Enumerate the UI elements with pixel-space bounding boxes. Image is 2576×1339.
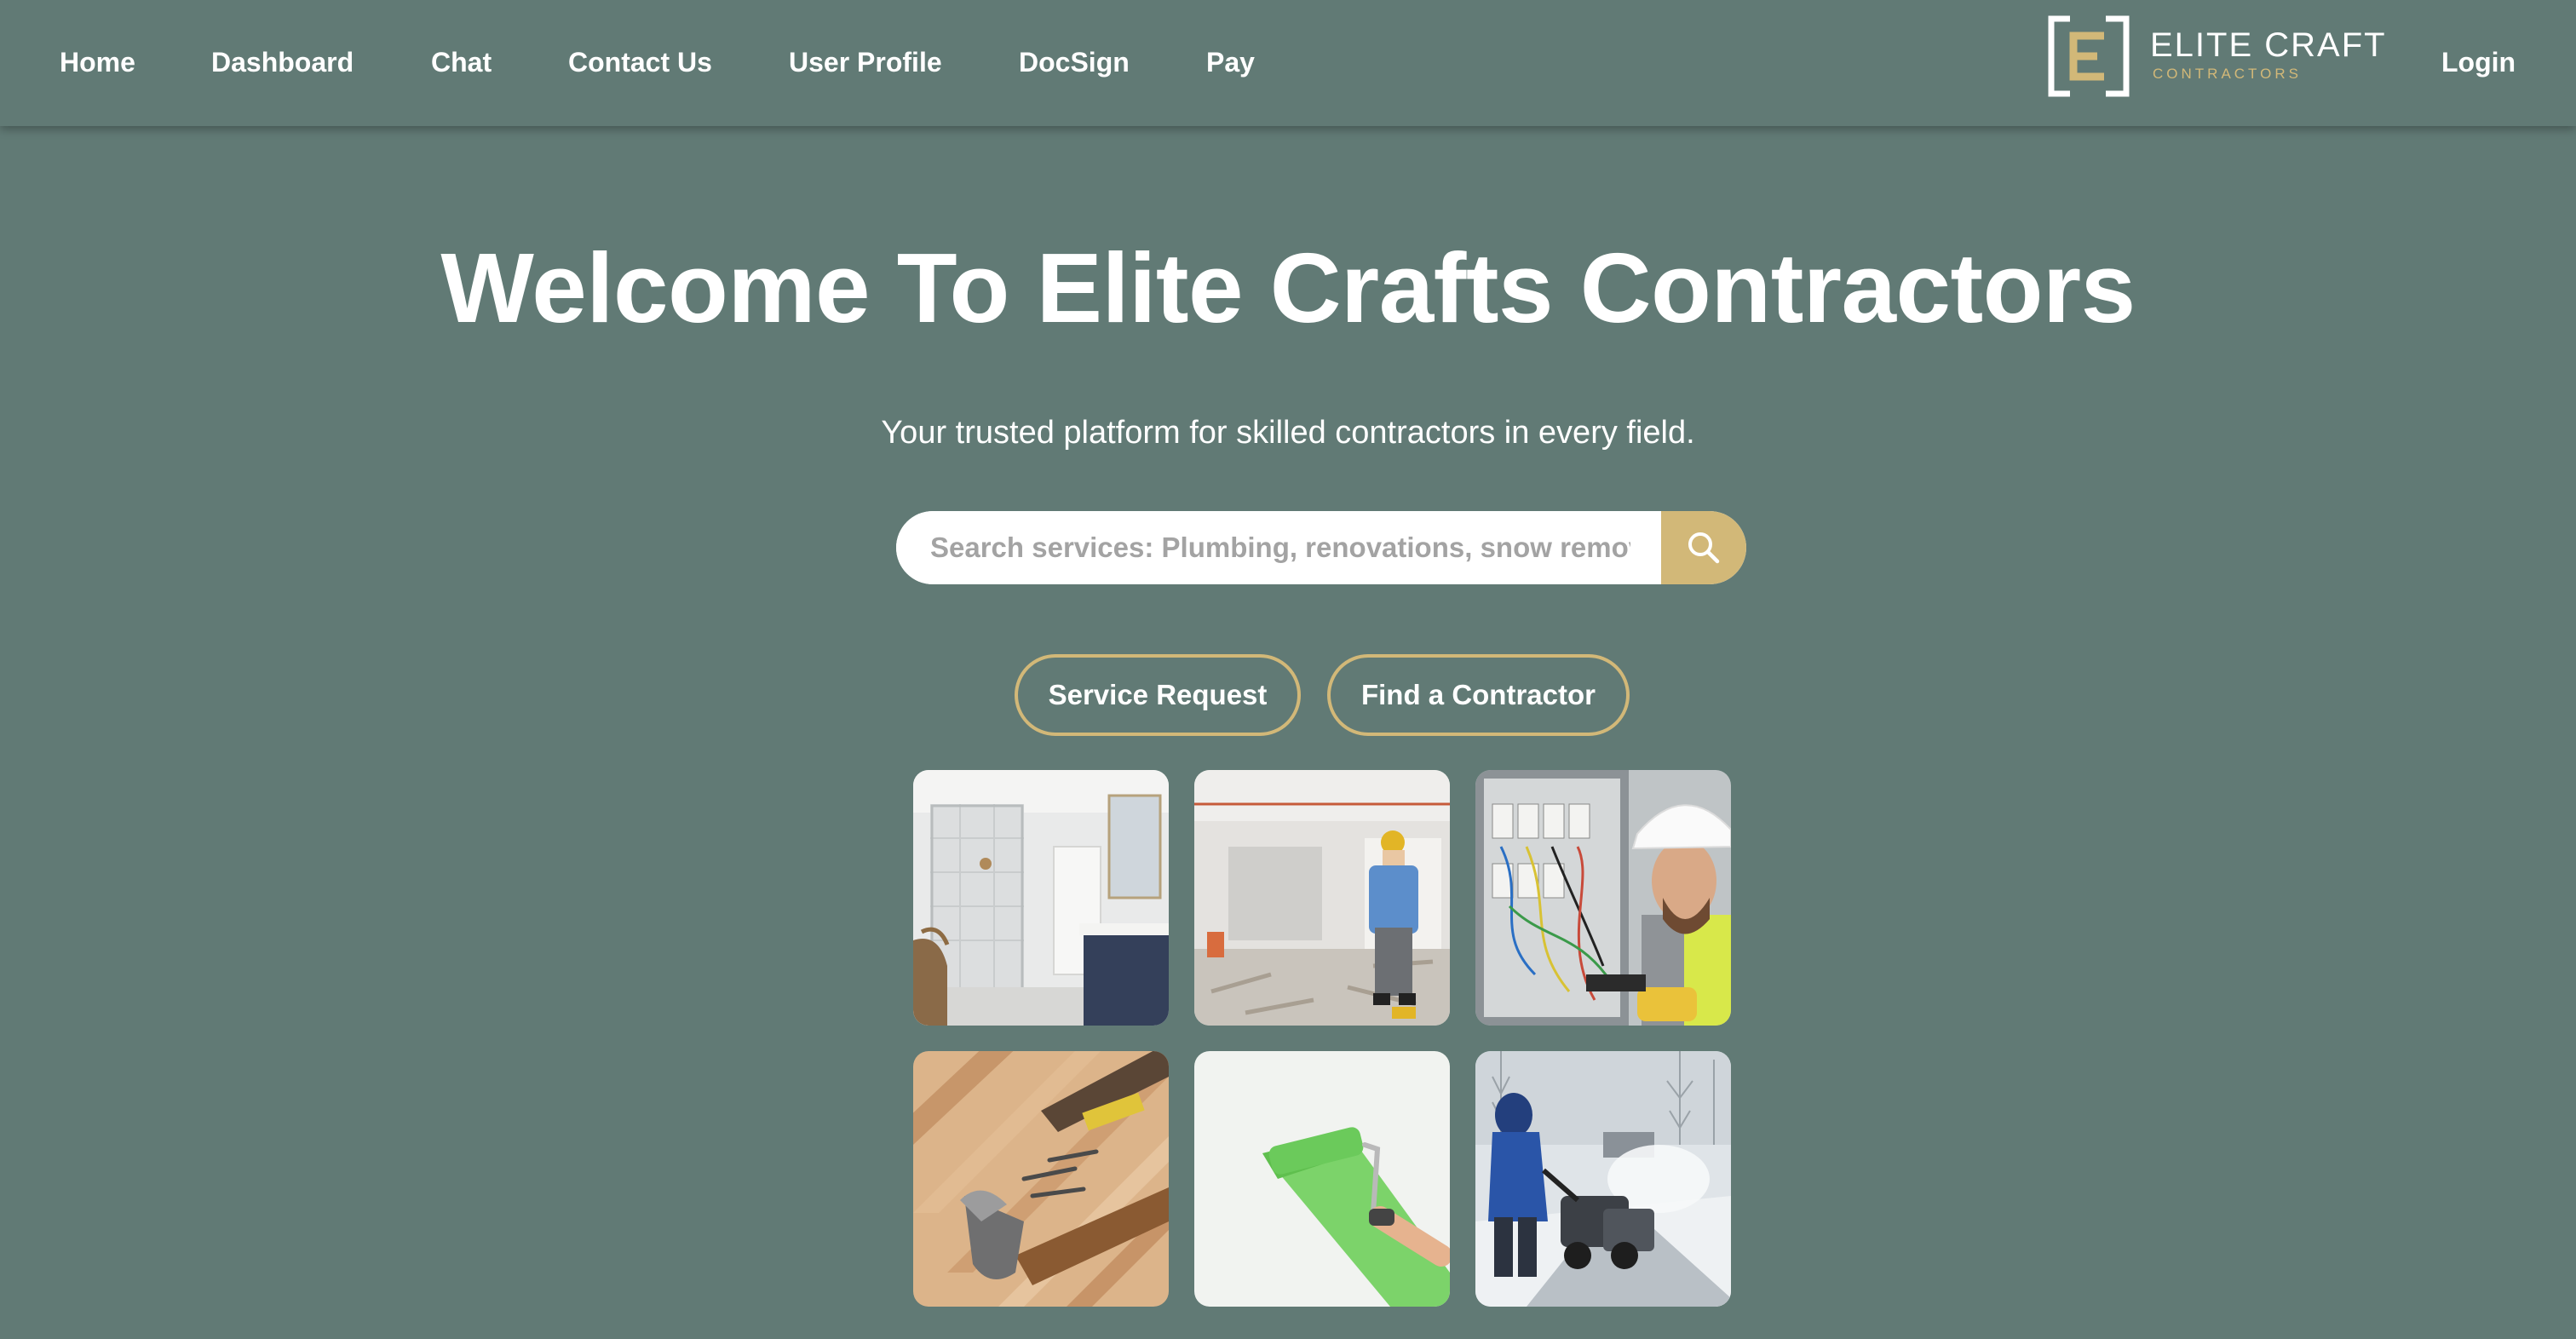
service-tile-bathroom[interactable] bbox=[913, 770, 1169, 1026]
nav-docsign[interactable]: DocSign bbox=[1019, 43, 1130, 82]
nav-pay[interactable]: Pay bbox=[1206, 43, 1255, 82]
nav-dashboard[interactable]: Dashboard bbox=[211, 43, 354, 82]
top-navbar: Home Dashboard Chat Contact Us User Prof… bbox=[0, 0, 2576, 126]
service-tile-snow-removal[interactable] bbox=[1475, 1051, 1731, 1307]
snow-removal-photo-icon bbox=[1475, 1051, 1731, 1307]
search-button[interactable] bbox=[1661, 511, 1746, 584]
service-request-button[interactable]: Service Request bbox=[1015, 654, 1301, 736]
service-tile-carpentry[interactable] bbox=[913, 1051, 1169, 1307]
elite-craft-logo-mark-icon bbox=[2048, 15, 2130, 97]
page-title: Welcome To Elite Crafts Contractors bbox=[440, 233, 2136, 343]
nav-user-profile[interactable]: User Profile bbox=[789, 43, 942, 82]
nav-home[interactable]: Home bbox=[60, 43, 135, 82]
nav-contact-us[interactable]: Contact Us bbox=[568, 43, 712, 82]
search-input[interactable] bbox=[896, 511, 1665, 584]
carpentry-photo-icon bbox=[913, 1051, 1169, 1307]
service-tile-electrical[interactable] bbox=[1475, 770, 1731, 1026]
search-icon bbox=[1688, 532, 1720, 564]
nav-chat[interactable]: Chat bbox=[431, 43, 492, 82]
page-subtitle: Your trusted platform for skilled contra… bbox=[881, 415, 1695, 451]
brand-name: ELITE CRAFT bbox=[2150, 26, 2387, 64]
electrician-photo-icon bbox=[1475, 770, 1731, 1026]
renovation-photo-icon bbox=[1194, 770, 1450, 1026]
brand-tagline: CONTRACTORS bbox=[2153, 66, 2302, 82]
find-contractor-button[interactable]: Find a Contractor bbox=[1327, 654, 1630, 736]
brand-logo[interactable]: ELITE CRAFT CONTRACTORS bbox=[2044, 14, 2394, 99]
search-bar bbox=[896, 511, 1746, 584]
bathroom-photo-icon bbox=[913, 770, 1169, 1026]
painting-photo-icon bbox=[1194, 1051, 1450, 1307]
service-tile-renovation[interactable] bbox=[1194, 770, 1450, 1026]
service-tile-painting[interactable] bbox=[1194, 1051, 1450, 1307]
login-link[interactable]: Login bbox=[2441, 43, 2516, 82]
